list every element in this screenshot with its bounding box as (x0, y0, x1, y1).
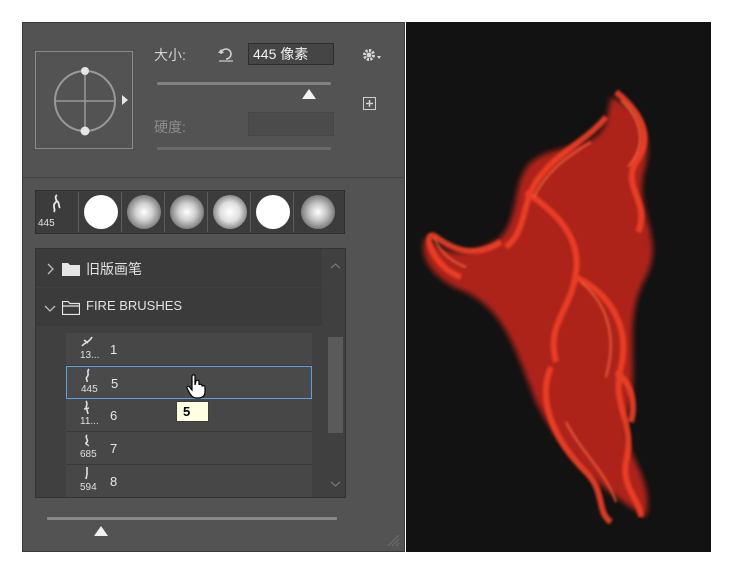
size-slider-track[interactable] (157, 82, 331, 85)
brush-row[interactable]: 13... 1 (66, 333, 312, 366)
preset-soft-round-1[interactable] (122, 192, 165, 232)
thumbnail-size-slider-handle[interactable] (94, 523, 108, 536)
open-folder-icon (62, 301, 80, 315)
group-legacy-brushes[interactable]: 旧版画笔 (36, 249, 322, 287)
brush-thumbnail (85, 467, 88, 480)
brush-thumbnail (83, 400, 90, 414)
reset-size-icon[interactable] (216, 45, 236, 63)
folder-icon (62, 263, 80, 276)
brush-size: 594 (80, 482, 97, 493)
brush-thumbnail (81, 336, 93, 347)
hardness-input (248, 112, 334, 136)
preset-soft-round-3[interactable] (208, 192, 251, 232)
brush-name-tooltip: 5 (176, 401, 209, 422)
preset-fire-brush[interactable]: 445 (36, 192, 79, 232)
roundness-handle-top (81, 67, 89, 75)
brush-preset-list: 旧版画笔 FIRE BRUSHES 13... 1 445 5 11... 6 (35, 248, 346, 498)
recent-brushes-strip: 445 (35, 190, 345, 234)
size-input[interactable]: 445 像素 (248, 43, 334, 65)
new-preset-icon[interactable] (363, 97, 376, 110)
brush-name: 8 (110, 474, 118, 489)
group-name: FIRE BRUSHES (86, 298, 183, 313)
group-name: 旧版画笔 (86, 261, 142, 277)
preset-soft-round-2[interactable] (165, 192, 208, 232)
brush-settings-panel: 大小: 445 像素 硬度: 445 旧版画笔 FIRE BRUSHES 13.… (22, 22, 405, 552)
brush-row[interactable]: 594 8 (66, 465, 312, 497)
size-slider-handle[interactable] (302, 86, 316, 99)
brush-name: 6 (110, 408, 118, 423)
size-label: 大小: (154, 47, 186, 63)
brush-size: 685 (80, 449, 97, 460)
hardness-label: 硬度: (154, 119, 186, 135)
brush-name: 7 (110, 441, 118, 456)
brush-thumbnail (85, 368, 90, 382)
chevron-right-icon[interactable] (46, 263, 56, 275)
document-canvas[interactable] (406, 22, 711, 552)
preset-hard-round-2[interactable] (251, 192, 294, 232)
angle-arrow-icon (122, 95, 128, 105)
preset-size-label: 445 (38, 218, 55, 229)
brush-name: 5 (111, 376, 119, 391)
preset-hard-round[interactable] (79, 192, 122, 232)
brush-size: 445 (81, 384, 98, 395)
group-fire-brushes[interactable]: FIRE BRUSHES (36, 288, 322, 326)
brush-size: 11... (80, 416, 99, 427)
brush-row[interactable]: 685 7 (66, 432, 312, 465)
thumbnail-size-slider-track[interactable] (47, 517, 337, 520)
hardness-slider-track (157, 147, 331, 150)
pointer-hand-icon (186, 374, 206, 399)
brush-size: 13... (80, 350, 100, 361)
gear-menu-icon[interactable] (361, 46, 383, 64)
brush-tip-preview[interactable] (35, 51, 133, 149)
list-scroll-thumb[interactable] (328, 337, 343, 433)
resize-grip-icon[interactable] (386, 533, 400, 547)
divider (23, 177, 404, 178)
scroll-down-icon[interactable] (326, 479, 345, 489)
roundness-handle-bottom (80, 126, 90, 136)
fire-brush-stroke (423, 89, 653, 525)
brush-name: 1 (110, 342, 118, 357)
preset-soft-round-4[interactable] (294, 192, 344, 232)
chevron-down-icon[interactable] (44, 304, 56, 314)
scroll-up-icon[interactable] (326, 261, 345, 271)
brush-thumbnail (85, 434, 89, 447)
